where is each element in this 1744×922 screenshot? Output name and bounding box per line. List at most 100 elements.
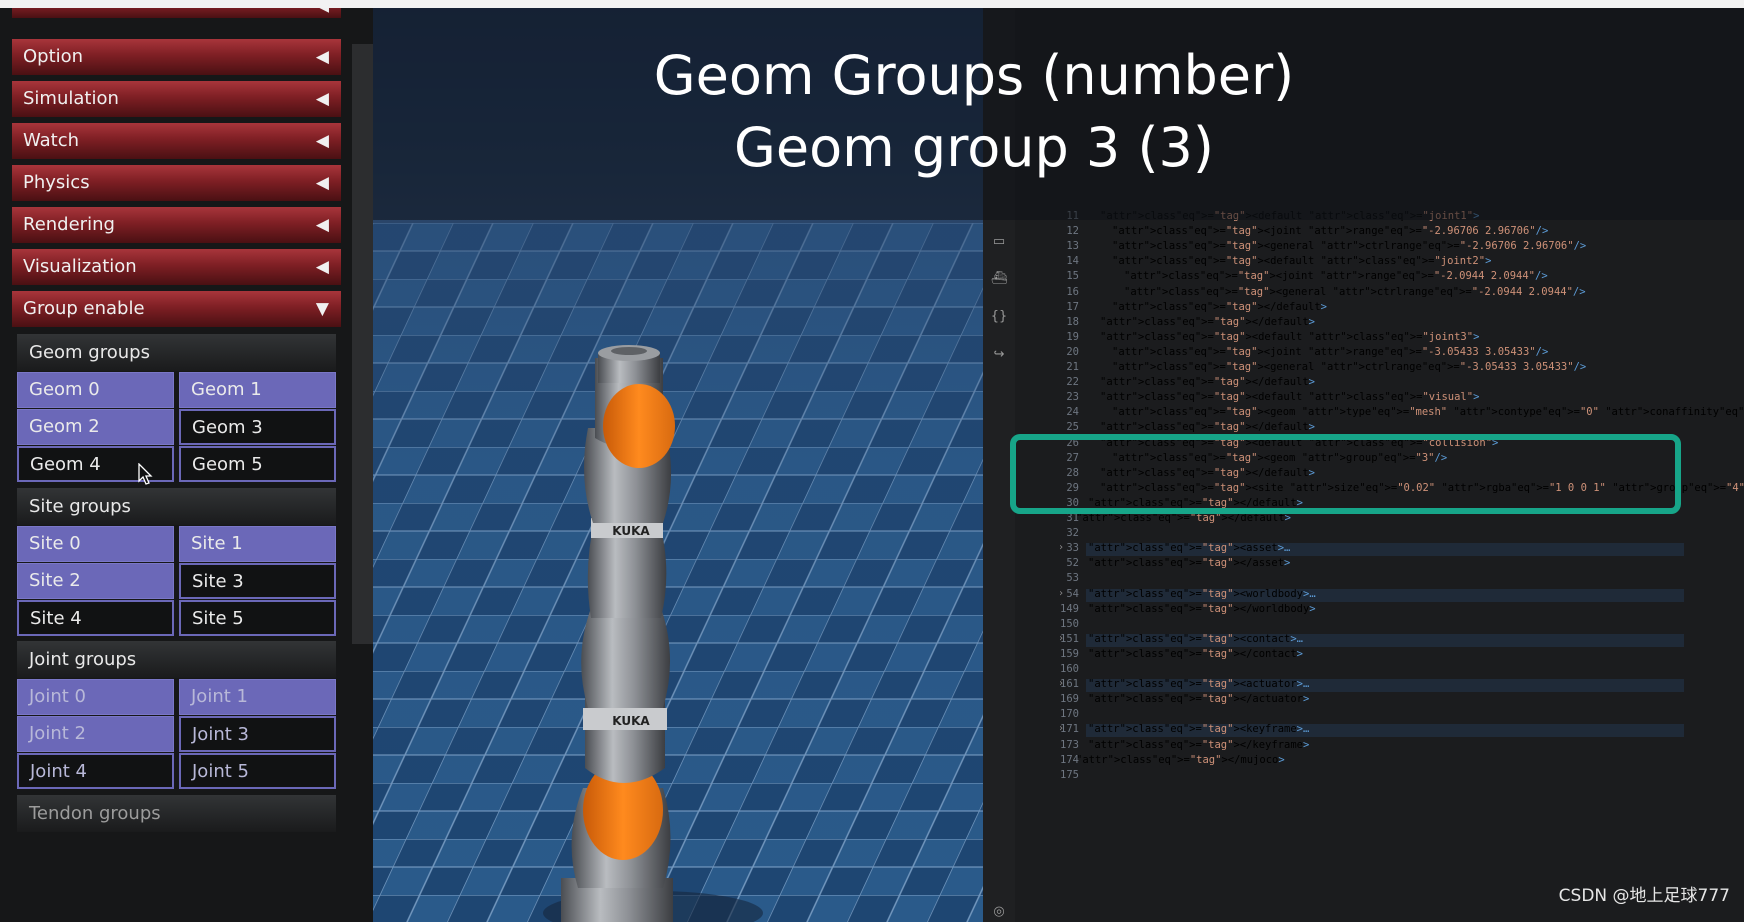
json-braces-icon[interactable]: {} bbox=[990, 308, 1008, 326]
code-line[interactable]: "attr">class"eq">="tag"><joint "attr">ra… bbox=[1112, 225, 1548, 237]
code-line[interactable]: "attr">class"eq">="tag"><geom "attr">typ… bbox=[1112, 406, 1744, 418]
geom-2-toggle[interactable]: Geom 2 bbox=[17, 409, 174, 445]
code-line[interactable]: "attr">class"eq">="tag"><contact>… bbox=[1088, 633, 1303, 645]
line-number: 24 bbox=[1066, 406, 1079, 419]
account-icon[interactable]: ◎ bbox=[990, 903, 1008, 921]
code-line[interactable]: "attr">class"eq">="tag"><general "attr">… bbox=[1112, 361, 1586, 373]
geom-1-toggle[interactable]: Geom 1 bbox=[179, 372, 336, 408]
site-1-toggle[interactable]: Site 1 bbox=[179, 526, 336, 562]
geom-3-toggle[interactable]: Geom 3 bbox=[179, 409, 336, 445]
section-watch[interactable]: Watch ◀ bbox=[12, 123, 341, 159]
section-header-clipped[interactable]: ◀ bbox=[12, 8, 341, 18]
collapse-arrow-icon: ◀ bbox=[315, 89, 329, 109]
joint-3-toggle[interactable]: Joint 3 bbox=[179, 716, 336, 752]
panel-scrollbar[interactable] bbox=[352, 44, 373, 644]
line-number: 170 bbox=[1060, 708, 1079, 721]
joint-2-toggle[interactable]: Joint 2 bbox=[17, 716, 174, 752]
line-number: 174 bbox=[1060, 753, 1079, 766]
section-group-enable[interactable]: Group enable ▼ bbox=[12, 291, 341, 327]
line-number: 54 bbox=[1066, 587, 1079, 600]
caption-line-2: Geom group 3 (3) bbox=[734, 116, 1214, 179]
section-label: Rendering bbox=[23, 214, 115, 235]
code-line[interactable]: "attr">class"eq">="tag"></contact> bbox=[1088, 648, 1303, 660]
fold-chevron-icon[interactable]: › bbox=[1058, 542, 1064, 553]
code-line[interactable]: "attr">class"eq">="tag"></default> bbox=[1112, 301, 1327, 313]
code-line[interactable]: "attr">class"eq">="tag"><general "attr">… bbox=[1112, 240, 1586, 252]
highlight-box-collision-default bbox=[1010, 434, 1681, 514]
joint-0-toggle[interactable]: Joint 0 bbox=[17, 679, 174, 715]
geom-5-toggle[interactable]: Geom 5 bbox=[179, 446, 336, 482]
section-label: Simulation bbox=[23, 88, 119, 109]
collapse-arrow-icon: ◀ bbox=[315, 131, 329, 151]
caption-line-1: Geom Groups (number) bbox=[653, 44, 1295, 107]
csdn-watermark: CSDN @地上足球777 bbox=[1558, 886, 1730, 906]
fold-chevron-icon[interactable]: › bbox=[1058, 723, 1064, 734]
mujoco-ui-panel: ◀ Option ◀ Simulation ◀ Watch ◀ Physics … bbox=[0, 8, 373, 922]
code-line[interactable]: "attr">class"eq">="tag"></keyframe> bbox=[1088, 739, 1309, 751]
code-line[interactable]: "attr">class"eq">="tag"><default "attr">… bbox=[1100, 391, 1479, 403]
section-physics[interactable]: Physics ◀ bbox=[12, 165, 341, 201]
line-number: 151 bbox=[1060, 632, 1079, 645]
kuka-label-lower: KUKA bbox=[612, 714, 650, 728]
site-5-toggle[interactable]: Site 5 bbox=[179, 600, 336, 636]
remote-explorer-icon[interactable]: ▭ bbox=[990, 233, 1008, 251]
section-label: Watch bbox=[23, 130, 80, 151]
section-option[interactable]: Option ◀ bbox=[12, 39, 341, 75]
section-label: Option bbox=[23, 46, 84, 67]
code-line[interactable]: "attr">class"eq">="tag"><worldbody>… bbox=[1088, 588, 1316, 600]
line-number: 13 bbox=[1066, 240, 1079, 253]
section-visualization[interactable]: Visualization ◀ bbox=[12, 249, 341, 285]
site-4-toggle[interactable]: Site 4 bbox=[17, 600, 174, 636]
code-line[interactable]: "attr">class"eq">="tag"><joint "attr">ra… bbox=[1112, 346, 1548, 358]
code-line[interactable]: "attr">class"eq">="tag"></asset> bbox=[1088, 557, 1290, 569]
code-line[interactable]: "attr">class"eq">="tag"></worldbody> bbox=[1088, 603, 1316, 615]
fold-chevron-icon[interactable]: › bbox=[1058, 678, 1064, 689]
code-line[interactable]: "attr">class"eq">="tag"></default> bbox=[1100, 421, 1315, 433]
section-simulation[interactable]: Simulation ◀ bbox=[12, 81, 341, 117]
line-number: 20 bbox=[1066, 345, 1079, 358]
line-number: 15 bbox=[1066, 270, 1079, 283]
joint-4-toggle[interactable]: Joint 4 bbox=[17, 753, 174, 789]
code-line[interactable]: "attr">class"eq">="tag"><asset>… bbox=[1088, 542, 1290, 554]
line-number: 14 bbox=[1066, 255, 1079, 268]
video-caption-overlay: Geom Groups (number) Geom group 3 (3) bbox=[373, 8, 1744, 220]
code-line[interactable]: "attr">class"eq">="tag"><keyframe>… bbox=[1088, 723, 1309, 735]
site-2-toggle[interactable]: Site 2 bbox=[17, 563, 174, 599]
joint-5-toggle[interactable]: Joint 5 bbox=[179, 753, 336, 789]
window-top-strip bbox=[0, 0, 1744, 8]
live-share-icon[interactable]: ↪ bbox=[990, 346, 1008, 364]
line-number: 18 bbox=[1066, 315, 1079, 328]
geom-0-toggle[interactable]: Geom 0 bbox=[17, 372, 174, 408]
section-label: Group enable bbox=[23, 298, 145, 319]
code-line[interactable]: "attr">class"eq">="tag"><general "attr">… bbox=[1124, 286, 1586, 298]
kuka-label-upper: KUKA bbox=[612, 524, 650, 538]
code-line[interactable]: "attr">class"eq">="tag"><default "attr">… bbox=[1112, 255, 1491, 267]
joint-groups-header: Joint groups bbox=[17, 641, 336, 678]
line-number: 53 bbox=[1066, 572, 1079, 585]
code-line[interactable]: "attr">class"eq">="tag"><default "attr">… bbox=[1100, 331, 1479, 343]
fold-chevron-icon[interactable]: › bbox=[1058, 588, 1064, 599]
code-line[interactable]: "attr">class"eq">="tag"></actuator> bbox=[1088, 693, 1309, 705]
code-line[interactable]: "attr">class"eq">="tag"><joint "attr">ra… bbox=[1124, 270, 1548, 282]
collapse-arrow-icon: ◀ bbox=[315, 47, 329, 67]
fold-chevron-icon[interactable]: › bbox=[1058, 633, 1064, 644]
line-number: 25 bbox=[1066, 421, 1079, 434]
section-rendering[interactable]: Rendering ◀ bbox=[12, 207, 341, 243]
line-number: 23 bbox=[1066, 391, 1079, 404]
line-number: 171 bbox=[1060, 723, 1079, 736]
collapse-arrow-icon: ◀ bbox=[315, 257, 329, 277]
line-number: 149 bbox=[1060, 602, 1079, 615]
code-line[interactable]: "attr">class"eq">="tag"></default> bbox=[1100, 376, 1315, 388]
tendon-groups-header: Tendon groups bbox=[17, 795, 336, 832]
site-0-toggle[interactable]: Site 0 bbox=[17, 526, 174, 562]
line-number: 169 bbox=[1060, 693, 1079, 706]
code-line[interactable]: "attr">class"eq">="tag"></mujoco> bbox=[1076, 754, 1285, 766]
site-groups-header: Site groups bbox=[17, 488, 336, 525]
joint-1-toggle[interactable]: Joint 1 bbox=[179, 679, 336, 715]
docker-icon[interactable]: ⛴ bbox=[990, 270, 1008, 288]
line-number: 161 bbox=[1060, 678, 1079, 691]
site-3-toggle[interactable]: Site 3 bbox=[179, 563, 336, 599]
code-line[interactable]: "attr">class"eq">="tag"><actuator>… bbox=[1088, 678, 1309, 690]
line-number: 33 bbox=[1066, 542, 1079, 555]
code-line[interactable]: "attr">class"eq">="tag"></default> bbox=[1100, 316, 1315, 328]
